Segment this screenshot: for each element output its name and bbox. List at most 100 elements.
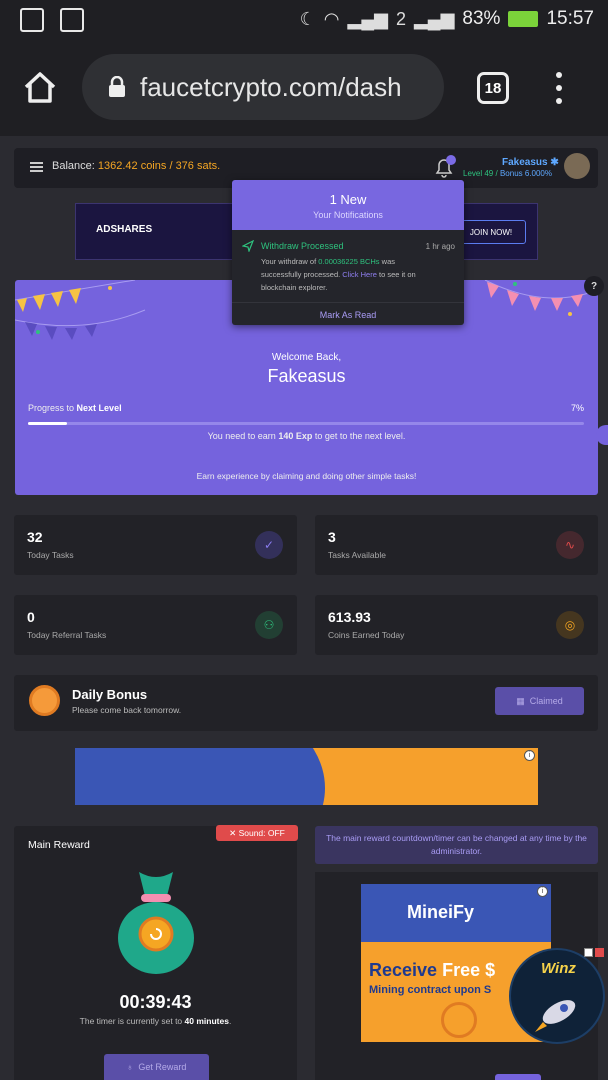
notification-time: 1 hr ago [425, 242, 455, 251]
calendar-icon: ▦ [516, 695, 525, 706]
mineify-headline-a: Receive [369, 960, 438, 980]
notification-count: 1 New [329, 192, 367, 207]
progress-label-target: Next Level [76, 403, 122, 413]
ad-info-icon[interactable]: i [537, 886, 548, 897]
stat-card-tasks-available: 3 Tasks Available ∿ [315, 515, 598, 575]
claimed-button[interactable]: ▦ Claimed [495, 687, 584, 715]
sim-badge: 2 [395, 8, 406, 29]
balance-sats: 376 sats. [175, 160, 221, 172]
hamburger-menu-icon[interactable] [30, 162, 43, 172]
winz-floating-ad[interactable]: Winz [509, 948, 605, 1044]
signal-icon: ▂▄▆ [347, 8, 388, 29]
coin-icon: ◎ [556, 611, 584, 639]
level-line: Level 49 / Bonus 6.000% [463, 169, 552, 178]
pulse-icon: ∿ [556, 531, 584, 559]
level-text: Level 49 [463, 169, 494, 178]
alarm-icon: ☾ [299, 8, 316, 29]
scroll-button[interactable] [495, 1074, 541, 1080]
help-button[interactable]: ? [584, 276, 604, 296]
notification-text-prefix: Your withdraw of [261, 257, 317, 266]
mineify-headline: Receive Free $ [369, 960, 495, 981]
ad-badge-icon [595, 948, 604, 957]
url-text: faucetcrypto.com/dash [140, 71, 402, 102]
countdown-timer: 00:39:43 [119, 992, 192, 1012]
welcome-name: Fakeasus [267, 366, 346, 386]
mineify-subline: Mining contract upon S [369, 984, 492, 996]
get-reward-button[interactable]: ♁ Get Reward [104, 1054, 209, 1080]
signal-2-icon: ▂▄▆ [413, 8, 455, 29]
exp-needed-amount: 140 Exp [278, 431, 313, 441]
mark-as-read-button[interactable]: Mark As Read [232, 303, 464, 320]
timer-note: The timer is currently set to 40 minutes… [14, 1016, 297, 1026]
progress-label: Progress to Next Level [28, 403, 122, 413]
stat-card-coins-earned: 613.93 Coins Earned Today ◎ [315, 595, 598, 655]
check-icon: ✓ [255, 531, 283, 559]
notification-header: 1 New Your Notifications [232, 180, 464, 230]
avatar[interactable] [564, 153, 590, 179]
close-icon[interactable] [584, 948, 593, 957]
verified-icon: ✱ [550, 157, 559, 168]
overflow-menu-icon[interactable] [553, 72, 565, 104]
stat-card-referral-tasks: 0 Today Referral Tasks ⚇ [14, 595, 297, 655]
stat-label: Today Referral Tasks [27, 630, 107, 640]
stat-label: Tasks Available [328, 550, 386, 560]
claimed-button-label: Claimed [529, 696, 563, 706]
winz-logo: Winz [541, 960, 576, 977]
level-separator: / [495, 169, 498, 178]
progress-bar-fill [28, 422, 67, 425]
stat-label: Coins Earned Today [328, 630, 405, 640]
stat-value: 3 [328, 529, 336, 545]
bonus-text: Bonus 6.000% [499, 169, 552, 178]
notification-amount: 0.00036225 BCHs [318, 257, 380, 266]
battery-percent: 83% [462, 8, 501, 29]
exp-needed-suffix: to get to the next level. [314, 431, 406, 441]
stat-label: Today Tasks [27, 550, 74, 560]
bonus-coin-icon [29, 685, 60, 716]
main-reward-title: Main Reward [28, 839, 90, 851]
exp-needed-prefix: You need to earn [207, 431, 276, 441]
battery-icon [508, 11, 539, 27]
timer-note-value: 40 minutes [184, 1016, 229, 1026]
mineify-logo: MineiFy [407, 902, 475, 922]
earn-experience-note: Earn experience by claiming and doing ot… [196, 471, 417, 481]
balance: Balance: 1362.42 coins / 376 sats. [52, 160, 220, 172]
ad-join-button[interactable]: JOIN NOW! [456, 220, 526, 244]
notification-item[interactable]: Withdraw Processed 1 hr ago Your withdra… [232, 230, 464, 303]
progress-percent: 7% [570, 403, 584, 413]
gallery-icon [20, 8, 44, 32]
ad-shape [75, 748, 325, 805]
progress-label-prefix: Progress to [28, 403, 75, 413]
daily-bonus-card: Daily Bonus Please come back tomorrow. ▦… [14, 675, 598, 731]
timer-info-note: The main reward countdown/timer can be c… [315, 826, 598, 864]
username-text: Fakeasus [502, 157, 548, 168]
daily-bonus-subtitle: Please come back tomorrow. [72, 705, 182, 715]
address-bar[interactable]: faucetcrypto.com/dash [82, 54, 444, 120]
sound-toggle-label: Sound: OFF [238, 828, 285, 838]
lock-icon [109, 76, 125, 97]
mineify-headline-b: Free $ [442, 960, 496, 980]
browser-toolbar: faucetcrypto.com/dash 18 [0, 42, 608, 136]
username[interactable]: Fakeasus ✱ [502, 157, 559, 168]
tab-count-button[interactable]: 18 [477, 72, 509, 104]
send-icon [242, 240, 254, 252]
notification-title: Withdraw Processed [261, 241, 344, 251]
progress-bar [28, 422, 584, 425]
balance-coins: 1362.42 coins [97, 160, 167, 172]
home-icon[interactable] [22, 70, 58, 106]
sound-toggle[interactable]: ✕ Sound: OFF [216, 825, 298, 841]
mineify-swirl [441, 1002, 477, 1038]
ad-brand: ADSHARES [96, 224, 153, 235]
welcome-greeting: Welcome Back, [271, 352, 342, 363]
balance-label: Balance: [52, 160, 95, 172]
ad-info-icon[interactable]: i [524, 750, 535, 761]
screenshot-icon [60, 8, 84, 32]
ad-banner-middle[interactable]: i [75, 748, 538, 805]
get-reward-label: Get Reward [138, 1062, 187, 1072]
mute-icon: ✕ [229, 827, 239, 838]
daily-bonus-title: Daily Bonus [72, 687, 148, 702]
status-bar: ☾ ◠ ▂▄▆ 2 ▂▄▆ 83% 15:57 [0, 0, 608, 42]
notification-subtitle: Your Notifications [313, 210, 383, 220]
notification-dropdown: 1 New Your Notifications Withdraw Proces… [232, 180, 464, 325]
lightbulb-icon: ♁ [126, 1062, 134, 1072]
notification-link[interactable]: Click Here [342, 270, 377, 279]
